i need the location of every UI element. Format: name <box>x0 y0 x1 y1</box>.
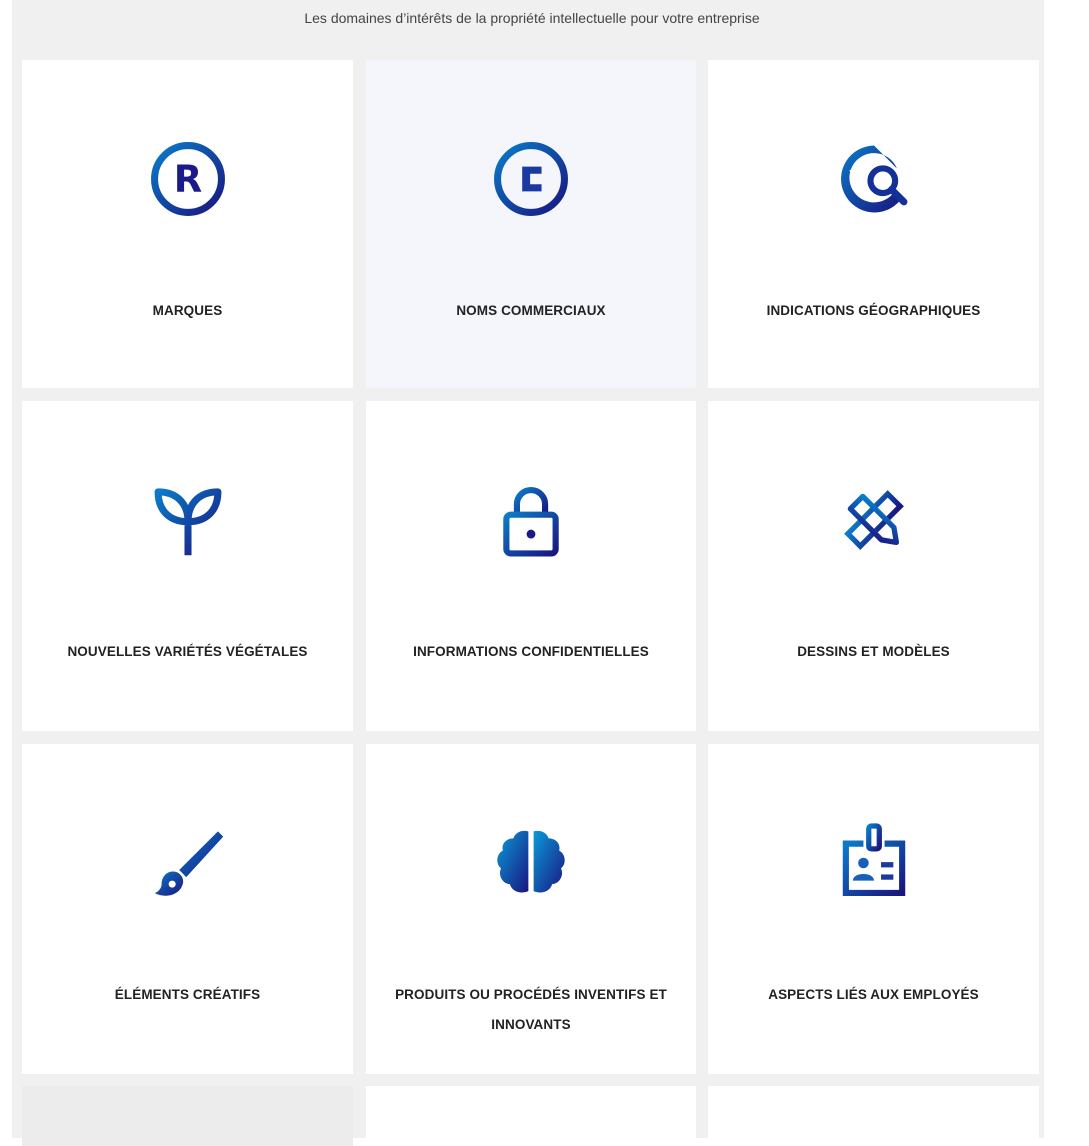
tile-label: NOUVELLES VARIÉTÉS VÉGÉTALES <box>67 644 308 659</box>
tile-aspects-lies-aux-employes[interactable]: ASPECTS LIÉS AUX EMPLOYÉS <box>708 744 1039 1074</box>
tile-partial[interactable] <box>366 1086 696 1146</box>
tile-informations-confidentielles[interactable]: INFORMATIONS CONFIDENTIELLES <box>366 401 696 731</box>
tile-marques[interactable]: R MARQUES <box>22 60 353 388</box>
globe-search-icon <box>829 134 919 224</box>
tile-produits-ou-procedes[interactable]: PRODUITS OU PROCÉDÉS INVENTIFS ET INNOVA… <box>366 744 696 1074</box>
tile-partial[interactable] <box>22 1086 353 1146</box>
tile-dessins-et-modeles[interactable]: DESSINS ET MODÈLES <box>708 401 1039 731</box>
id-badge-icon <box>829 818 919 908</box>
section-intro: Les domaines d’intérêts de la propriété … <box>304 10 760 26</box>
tile-label: MARQUES <box>152 303 223 318</box>
paintbrush-icon <box>143 818 233 908</box>
tile-noms-commerciaux[interactable]: NOMS COMMERCIAUX <box>366 60 696 388</box>
tile-label: PRODUITS OU PROCÉDÉS INVENTIFS ET INNOVA… <box>395 987 667 1032</box>
sprout-icon <box>143 475 233 565</box>
tile-label: ÉLÉMENTS CRÉATIFS <box>114 987 261 1002</box>
tile-label: INFORMATIONS CONFIDENTIELLES <box>413 644 649 659</box>
tile-elements-creatifs[interactable]: ÉLÉMENTS CRÉATIFS <box>22 744 353 1074</box>
padlock-icon <box>486 475 576 565</box>
tile-label: NOMS COMMERCIAUX <box>456 303 606 318</box>
tile-label: INDICATIONS GÉOGRAPHIQUES <box>766 303 981 318</box>
copyright-icon <box>486 134 576 224</box>
registered-trademark-icon: R <box>143 134 233 224</box>
tile-indications-geographiques[interactable]: INDICATIONS GÉOGRAPHIQUES <box>708 60 1039 388</box>
tile-label: DESSINS ET MODÈLES <box>797 644 950 659</box>
brain-icon <box>486 818 576 908</box>
tile-partial[interactable] <box>708 1086 1039 1146</box>
tile-label: ASPECTS LIÉS AUX EMPLOYÉS <box>768 987 979 1002</box>
svg-text:R: R <box>173 158 201 201</box>
tile-nouvelles-varietes-vegetales[interactable]: NOUVELLES VARIÉTÉS VÉGÉTALES <box>22 401 353 731</box>
pencil-ruler-icon <box>829 475 919 565</box>
